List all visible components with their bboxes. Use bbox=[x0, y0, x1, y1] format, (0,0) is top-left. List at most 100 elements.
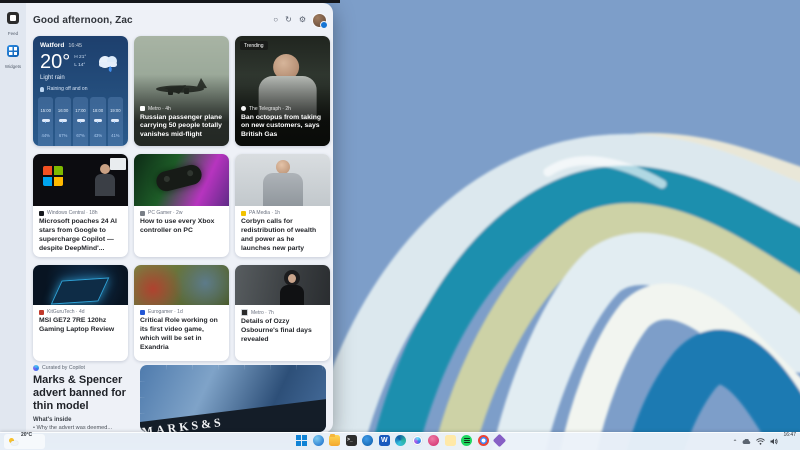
article-photo bbox=[134, 154, 229, 206]
visual-studio-icon[interactable] bbox=[493, 434, 506, 447]
eurogamer-logo-icon bbox=[140, 310, 145, 315]
article-headline: Microsoft poaches 24 AI stars from Googl… bbox=[39, 218, 122, 254]
greeting-text: Good afternoon, Zac bbox=[33, 15, 133, 26]
article-photo bbox=[235, 154, 330, 206]
article-headline: Ban octopus from taking on new customers… bbox=[241, 114, 324, 140]
volume-icon[interactable] bbox=[770, 438, 778, 445]
file-explorer-icon[interactable] bbox=[329, 435, 340, 446]
copilot-app-icon[interactable] bbox=[412, 435, 423, 446]
widgets-panel: Feed Widgets Good afternoon, Zac ○ ↻ ⚙ bbox=[0, 3, 333, 433]
outlook-icon[interactable] bbox=[362, 435, 373, 446]
settings-icon[interactable]: ⚙ bbox=[299, 16, 306, 24]
weather-high-low: H 21° L 14° bbox=[74, 54, 86, 69]
weather-time: 16:45 bbox=[68, 43, 82, 49]
paint-icon[interactable] bbox=[428, 435, 439, 446]
rain-cloud-icon bbox=[95, 53, 121, 73]
hour-chip: 19:00 41% 19° bbox=[108, 97, 123, 146]
edge-icon[interactable] bbox=[395, 435, 406, 446]
feed-icon bbox=[7, 12, 19, 24]
onedrive-cloud-icon[interactable] bbox=[742, 439, 751, 445]
nav-item-widgets[interactable]: Widgets bbox=[0, 44, 26, 69]
taskbar-clock[interactable]: 16:47 24/07 bbox=[783, 422, 796, 450]
weather-condition: Light rain bbox=[33, 73, 128, 81]
article-photo bbox=[33, 154, 128, 206]
hour-precip: 43% bbox=[94, 133, 102, 138]
rain-icon bbox=[77, 118, 85, 123]
article-source: PA Media · 1h bbox=[249, 210, 280, 216]
copilot-curated-section: Curated by Copilot Marks & Spencer adver… bbox=[33, 365, 326, 432]
taskbar-widgets-button[interactable]: 20°C Light rain bbox=[4, 434, 45, 449]
widgets-nav-rail: Feed Widgets bbox=[0, 3, 26, 433]
news-card-msi[interactable]: KitGuruTech · 4d MSI GE72 7RE 120hz Gami… bbox=[33, 265, 128, 361]
status-icon[interactable]: ○ bbox=[273, 16, 278, 24]
storefront-sign: MARKS&S bbox=[140, 395, 326, 432]
news-card-xbox[interactable]: PC Gamer · 2w How to use every Xbox cont… bbox=[134, 154, 229, 257]
article-headline: How to use every Xbox controller on PC bbox=[140, 218, 223, 236]
spotify-icon[interactable] bbox=[461, 435, 472, 446]
news-card-plane[interactable]: Metro · 4h Russian passenger plane carry… bbox=[134, 36, 229, 146]
article-text: The Telegraph · 2h Ban octopus from taki… bbox=[235, 102, 330, 146]
article-headline: Russian passenger plane carrying 50 peop… bbox=[140, 114, 223, 140]
trending-badge: Trending bbox=[240, 41, 268, 50]
pc-gamer-logo-icon bbox=[140, 211, 145, 216]
rain-icon bbox=[42, 118, 50, 123]
weather-alert: Raining off and on bbox=[33, 81, 128, 95]
windows-central-logo-icon bbox=[39, 211, 44, 216]
hourly-forecast: 15:00 44% 20° 16:00 67% 19° 17:00 bbox=[33, 95, 128, 146]
desktop: Feed Widgets Good afternoon, Zac ○ ↻ ⚙ bbox=[0, 0, 800, 450]
taskbar-app-icons bbox=[296, 435, 505, 446]
article-source: PC Gamer · 2w bbox=[148, 210, 182, 216]
article-meta: Metro · 4h bbox=[140, 106, 223, 112]
hour-precip: 67% bbox=[59, 133, 67, 138]
wallpaper-ribbons bbox=[320, 0, 800, 450]
header-actions: ○ ↻ ⚙ bbox=[273, 14, 326, 27]
news-card-trending[interactable]: Trending The Telegraph · 2h Ban octopus … bbox=[235, 36, 330, 146]
tray-chevron-icon[interactable]: ⌃ bbox=[732, 439, 737, 446]
microsoft-logo-icon bbox=[43, 166, 63, 186]
article-text: Metro · 7h Details of Ozzy Osbourne's fi… bbox=[235, 305, 330, 350]
curated-bullet[interactable]: • Why the advert was deemed... bbox=[33, 425, 137, 431]
weather-location: Watford bbox=[40, 42, 64, 49]
news-card-corbyn[interactable]: PA Media · 1h Corbyn calls for redistrib… bbox=[235, 154, 330, 257]
article-meta: Windows Central · 18h bbox=[39, 210, 122, 216]
hour-precip: 67% bbox=[76, 133, 84, 138]
sticky-notes-icon[interactable] bbox=[445, 435, 456, 446]
curated-headline[interactable]: Marks & Spencer advert banned for thin m… bbox=[33, 374, 137, 413]
wifi-icon[interactable] bbox=[756, 438, 765, 445]
article-headline: Corbyn calls for redistribution of wealt… bbox=[241, 218, 324, 254]
curated-story-image[interactable]: MARKS&S bbox=[140, 365, 326, 432]
controller-photo bbox=[154, 163, 203, 194]
start-button-icon[interactable] bbox=[296, 435, 307, 446]
laptop-photo bbox=[51, 277, 110, 304]
curated-label: Curated by Copilot bbox=[42, 365, 85, 371]
profile-avatar[interactable] bbox=[313, 14, 326, 27]
word-icon[interactable] bbox=[379, 435, 390, 446]
person-photo bbox=[276, 160, 290, 174]
refresh-icon[interactable]: ↻ bbox=[285, 16, 292, 24]
article-photo bbox=[235, 265, 330, 305]
hour-time: 18:00 bbox=[93, 108, 103, 113]
article-text: Metro · 4h Russian passenger plane carry… bbox=[134, 102, 229, 146]
article-text: PA Media · 1h Corbyn calls for redistrib… bbox=[235, 206, 330, 257]
weather-widget[interactable]: Watford 16:45 20° H 21° L 14° Light ra bbox=[33, 36, 128, 146]
photo-detail bbox=[110, 158, 126, 170]
weather-icon bbox=[9, 438, 18, 446]
news-card-msft[interactable]: Windows Central · 18h Microsoft poaches … bbox=[33, 154, 128, 257]
metro-logo-icon bbox=[140, 106, 145, 111]
article-headline: Critical Role working on its first video… bbox=[140, 317, 223, 353]
article-source: KitGuruTech · 4d bbox=[47, 309, 85, 315]
chrome-icon[interactable] bbox=[478, 435, 489, 446]
news-card-ozzy[interactable]: Metro · 7h Details of Ozzy Osbourne's fi… bbox=[235, 265, 330, 361]
weather-low: L 14° bbox=[74, 63, 85, 68]
taskbar-weather-text: 20°C Light rain bbox=[21, 423, 40, 450]
news-card-critical-role[interactable]: Eurogamer · 1d Critical Role working on … bbox=[134, 265, 229, 361]
weather-header: Watford 16:45 bbox=[33, 36, 128, 49]
telegraph-logo-icon bbox=[241, 106, 246, 111]
nav-item-feed[interactable]: Feed bbox=[0, 11, 26, 36]
article-photo bbox=[134, 265, 229, 305]
article-text: Eurogamer · 1d Critical Role working on … bbox=[134, 305, 229, 358]
article-source: Metro · 4h bbox=[148, 106, 171, 112]
terminal-icon[interactable] bbox=[346, 435, 357, 446]
hour-time: 15:00 bbox=[40, 108, 50, 113]
search-icon[interactable] bbox=[313, 435, 324, 446]
